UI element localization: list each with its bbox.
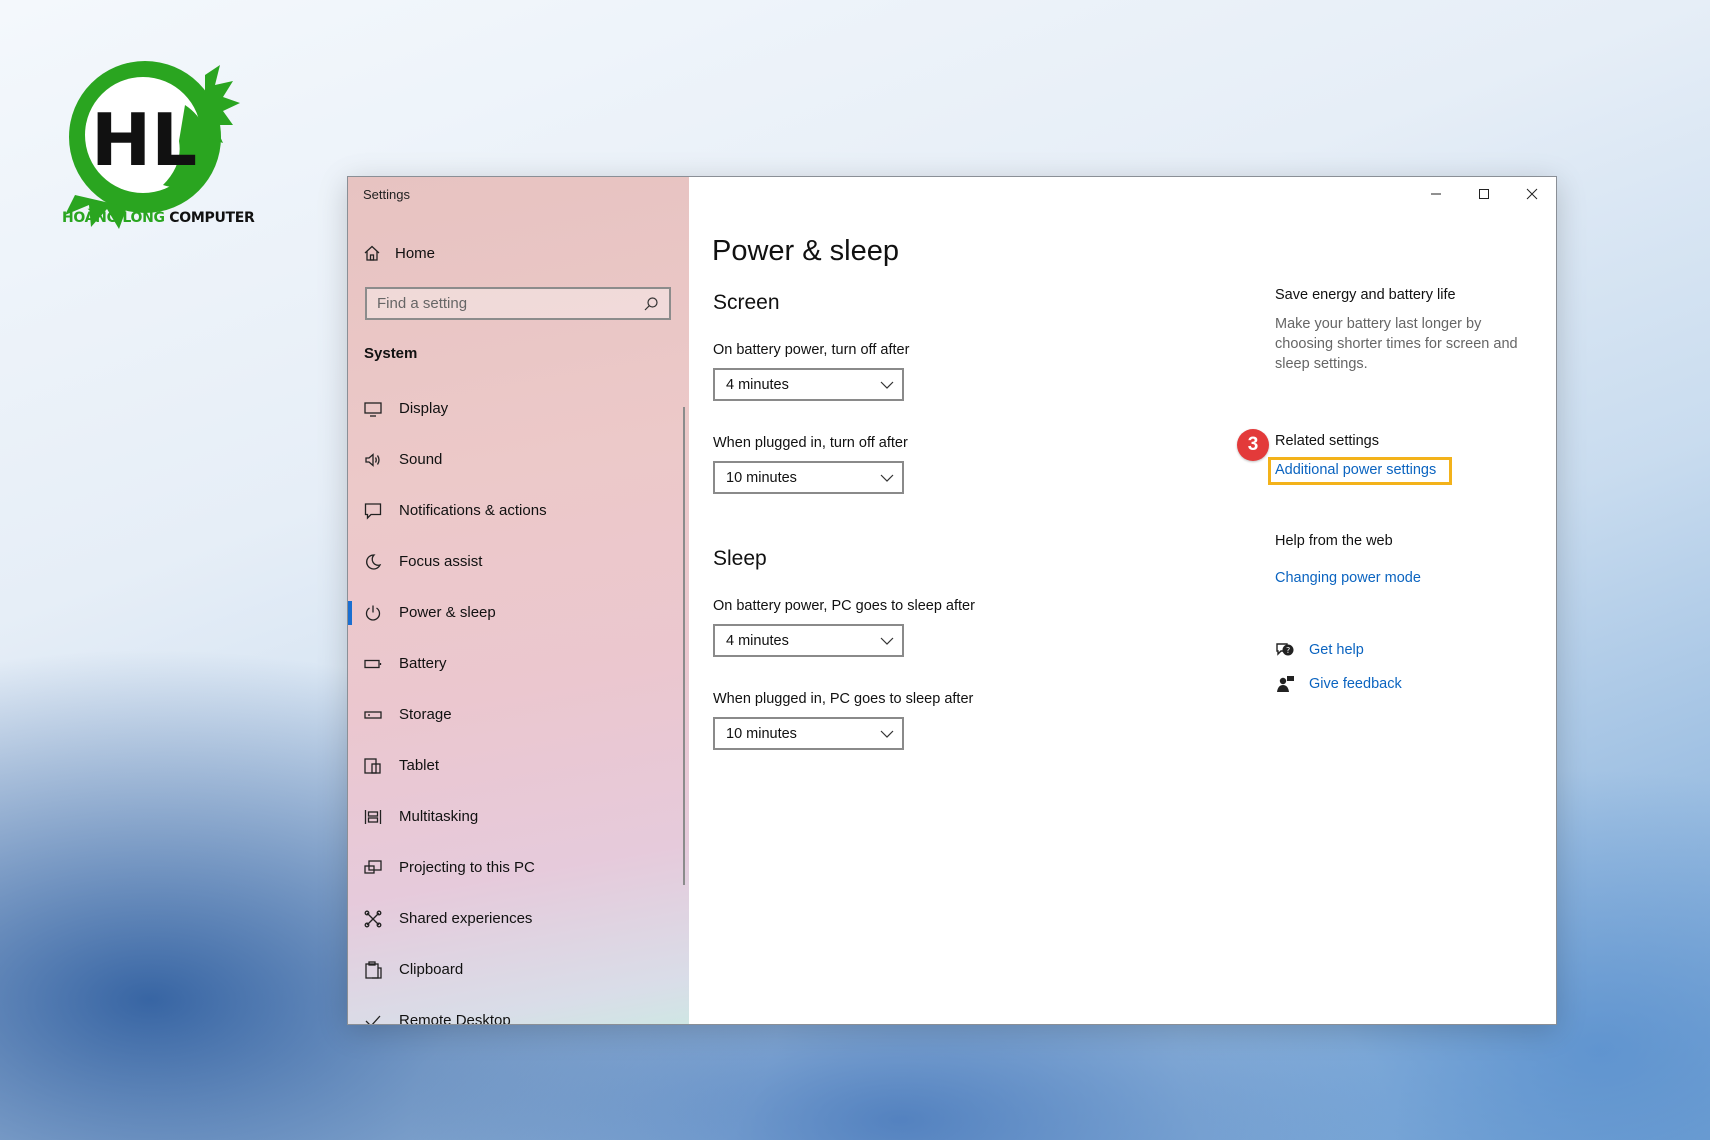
tablet-icon — [364, 757, 382, 775]
sidebar: Settings Home System Display Sound — [348, 177, 689, 1024]
home-nav-item[interactable]: Home — [363, 243, 435, 263]
sleep-battery-dropdown[interactable]: 4 minutes — [713, 624, 904, 657]
screen-battery-dropdown[interactable]: 4 minutes — [713, 368, 904, 401]
display-icon — [364, 400, 382, 418]
search-input[interactable] — [377, 295, 643, 312]
sidebar-item-storage[interactable]: Storage — [348, 689, 689, 740]
sidebar-item-label: Remote Desktop — [399, 1012, 511, 1025]
dropdown-value: 10 minutes — [726, 725, 797, 742]
sidebar-item-sound[interactable]: Sound — [348, 434, 689, 485]
sidebar-item-label: Clipboard — [399, 961, 464, 978]
power-icon — [364, 604, 382, 622]
give-feedback-link[interactable]: Give feedback — [1275, 674, 1402, 694]
sidebar-item-label: Power & sleep — [399, 604, 496, 621]
sidebar-item-label: Display — [399, 400, 449, 417]
chevron-down-icon — [880, 470, 894, 486]
moon-icon — [364, 553, 382, 571]
logo-wordmark: HOÀNG LONG COMPUTER — [62, 210, 255, 226]
give-feedback-label: Give feedback — [1309, 676, 1402, 692]
sidebar-item-projecting[interactable]: Projecting to this PC — [348, 842, 689, 893]
notification-icon — [364, 502, 382, 520]
shared-icon — [364, 910, 382, 928]
window-title: Settings — [363, 187, 410, 202]
sidebar-item-battery[interactable]: Battery — [348, 638, 689, 689]
sidebar-item-label: Projecting to this PC — [399, 859, 535, 876]
window-controls — [1412, 183, 1556, 205]
sleep-plugged-dropdown[interactable]: 10 minutes — [713, 717, 904, 750]
sidebar-item-label: Battery — [399, 655, 447, 672]
close-icon[interactable] — [1508, 183, 1556, 205]
hoang-long-logo: HL — [55, 45, 240, 235]
multitasking-icon — [364, 808, 382, 826]
sidebar-item-clipboard[interactable]: Clipboard — [348, 944, 689, 995]
sleep-plugged-label: When plugged in, PC goes to sleep after — [713, 691, 974, 707]
changing-power-mode-link[interactable]: Changing power mode — [1275, 570, 1421, 586]
help-from-web-heading: Help from the web — [1275, 533, 1393, 549]
sidebar-item-notifications[interactable]: Notifications & actions — [348, 485, 689, 536]
related-settings-heading: Related settings — [1275, 433, 1379, 449]
sidebar-item-label: Focus assist — [399, 553, 483, 570]
sidebar-item-display[interactable]: Display — [348, 383, 689, 434]
sidebar-item-label: Storage — [399, 706, 452, 723]
search-box[interactable] — [365, 287, 671, 320]
logo-brand-name: HOÀNG LONG — [62, 210, 165, 226]
screen-plugged-dropdown[interactable]: 10 minutes — [713, 461, 904, 494]
sidebar-item-power-sleep[interactable]: Power & sleep — [348, 587, 689, 638]
chevron-down-icon — [880, 633, 894, 649]
dropdown-value: 4 minutes — [726, 376, 789, 393]
page-title: Power & sleep — [712, 235, 899, 267]
step-badge: 3 — [1237, 429, 1269, 461]
screen-plugged-label: When plugged in, turn off after — [713, 435, 908, 451]
maximize-icon[interactable] — [1460, 183, 1508, 205]
dropdown-value: 4 minutes — [726, 632, 789, 649]
sidebar-item-focus-assist[interactable]: Focus assist — [348, 536, 689, 587]
get-help-label: Get help — [1309, 642, 1364, 658]
feedback-icon — [1275, 674, 1295, 694]
sidebar-item-label: Multitasking — [399, 808, 479, 825]
home-icon — [363, 243, 383, 263]
sidebar-item-multitasking[interactable]: Multitasking — [348, 791, 689, 842]
main-content: Power & sleep Screen On battery power, t… — [689, 177, 1556, 1024]
additional-power-settings-link[interactable]: Additional power settings — [1275, 462, 1436, 478]
screen-heading: Screen — [713, 291, 780, 314]
sidebar-item-label: Shared experiences — [399, 910, 533, 927]
get-help-link[interactable]: ? Get help — [1275, 640, 1364, 660]
sidebar-nav: Display Sound Notifications & actions Fo… — [348, 383, 689, 1025]
settings-window: Settings Home System Display Sound — [347, 176, 1557, 1025]
clipboard-icon — [364, 960, 382, 979]
search-icon[interactable] — [643, 296, 659, 312]
save-energy-heading: Save energy and battery life — [1275, 287, 1456, 303]
remote-icon — [364, 1012, 382, 1024]
chevron-down-icon — [880, 377, 894, 393]
storage-icon — [364, 706, 382, 724]
home-label: Home — [395, 244, 436, 262]
sidebar-item-shared-experiences[interactable]: Shared experiences — [348, 893, 689, 944]
dropdown-value: 10 minutes — [726, 469, 797, 486]
speaker-icon — [364, 451, 382, 469]
battery-icon — [364, 655, 382, 673]
sleep-heading: Sleep — [713, 547, 767, 570]
chevron-down-icon — [880, 726, 894, 742]
save-energy-description: Make your battery last longer by choosin… — [1275, 316, 1518, 372]
logo-brand-suffix: COMPUTER — [169, 210, 255, 226]
section-label-system: System — [364, 345, 418, 362]
screen-battery-label: On battery power, turn off after — [713, 342, 910, 358]
svg-text:?: ? — [1286, 646, 1290, 655]
sidebar-item-tablet[interactable]: Tablet — [348, 740, 689, 791]
sidebar-item-label: Tablet — [399, 757, 440, 774]
minimize-icon[interactable] — [1412, 183, 1460, 205]
projecting-icon — [364, 859, 382, 877]
logo-mark-text: HL — [91, 98, 197, 182]
sidebar-scrollbar[interactable] — [683, 407, 685, 885]
sleep-battery-label: On battery power, PC goes to sleep after — [713, 598, 975, 614]
chat-help-icon: ? — [1275, 640, 1295, 660]
sidebar-item-label: Sound — [399, 451, 443, 468]
sidebar-item-label: Notifications & actions — [399, 502, 547, 519]
sidebar-item-remote-desktop[interactable]: Remote Desktop — [348, 995, 689, 1025]
